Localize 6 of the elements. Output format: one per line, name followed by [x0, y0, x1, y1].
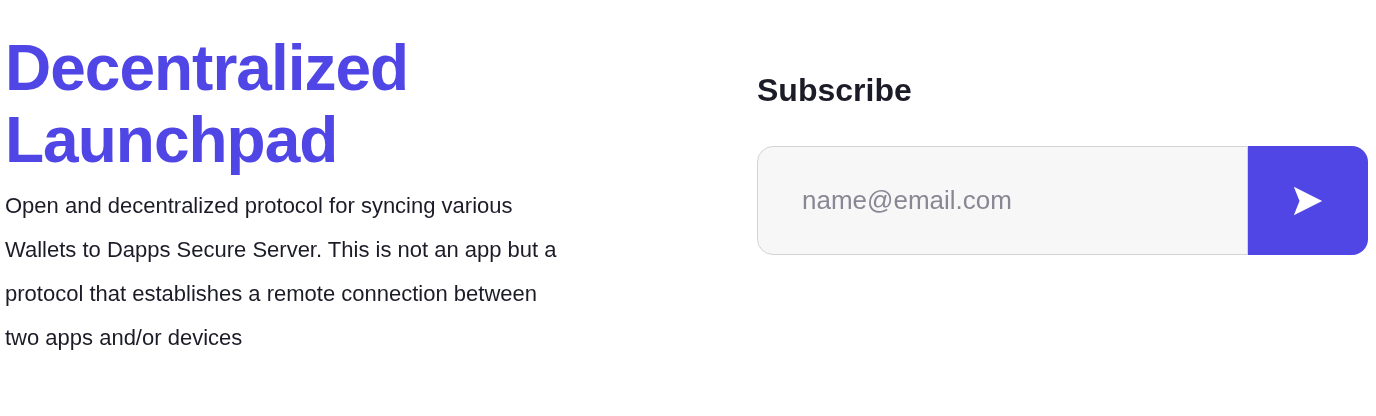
- hero-title-line: Decentralized: [5, 32, 409, 104]
- send-button[interactable]: [1248, 146, 1368, 255]
- email-field[interactable]: name@email.com: [757, 146, 1248, 255]
- hero-title-line: Launchpad: [5, 104, 338, 176]
- description: Open and decentralized protocol for syncing various Wallets to Dapps Secure Server. This is not an app but a protocol that establishes a remote connection between two apps and/or devices: [5, 192, 558, 352]
- subscribe-heading: Subscribe: [757, 71, 913, 110]
